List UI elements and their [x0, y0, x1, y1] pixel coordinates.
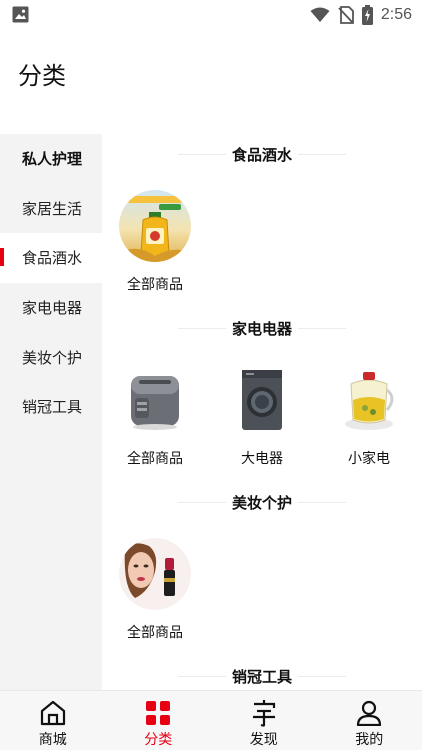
category-sidebar: 私人护理 家居生活 食品酒水 家电电器 美妆个护 销冠工具	[0, 134, 102, 690]
nav-mall[interactable]: 商城	[0, 691, 106, 750]
tile-label: 全部商品	[127, 277, 183, 293]
active-indicator	[0, 248, 4, 267]
section-title-sales-tools: 销冠工具	[102, 666, 422, 687]
grid-icon	[143, 699, 173, 727]
divider	[178, 502, 226, 503]
sidebar-item-beauty[interactable]: 美妆个护	[0, 332, 102, 382]
profile-icon	[354, 699, 384, 727]
divider	[178, 328, 226, 329]
tile-label: 小家电	[348, 451, 390, 467]
section-title-beauty: 美妆个护	[102, 492, 422, 513]
sidebar-item-personal-care[interactable]: 私人护理	[0, 134, 102, 184]
section-title-appliances: 家电电器	[102, 318, 422, 339]
kettle-image	[333, 364, 405, 436]
tile-label: 大电器	[241, 451, 283, 467]
nav-label: 我的	[355, 732, 384, 748]
sidebar-item-label: 食品酒水	[22, 249, 83, 268]
home-icon	[38, 699, 68, 727]
nav-profile[interactable]: 我的	[317, 691, 422, 750]
tile-label: 全部商品	[127, 451, 183, 467]
tile-major-appliances[interactable]: 大电器	[209, 364, 315, 468]
sidebar-item-label: 家居生活	[22, 199, 83, 218]
nav-category[interactable]: 分类	[106, 691, 212, 750]
status-bar: 2:56	[0, 0, 422, 30]
rice-cooker-image	[119, 364, 191, 436]
divider	[298, 502, 346, 503]
lipstick-model-image	[119, 538, 191, 610]
divider	[298, 154, 346, 155]
status-right: 2:56	[310, 4, 412, 26]
sidebar-item-home-living[interactable]: 家居生活	[0, 184, 102, 234]
battery-charging-icon	[361, 5, 373, 25]
section-title-text: 家电电器	[231, 320, 292, 338]
tile-label: 全部商品	[127, 625, 183, 641]
status-time: 2:56	[380, 6, 412, 23]
sidebar-item-sales-tools[interactable]: 销冠工具	[0, 382, 102, 432]
discover-icon	[249, 699, 279, 727]
divider	[298, 676, 346, 677]
tile-all-products-beauty[interactable]: 全部商品	[102, 538, 208, 642]
tile-all-products-food[interactable]: 全部商品	[102, 190, 208, 294]
sidebar-item-label: 销冠工具	[22, 398, 83, 417]
bottom-nav: 商城 分类 发现 我的	[0, 690, 422, 750]
nav-discover[interactable]: 发现	[211, 691, 317, 750]
tile-all-products-appliances[interactable]: 全部商品	[102, 364, 208, 468]
divider	[178, 676, 226, 677]
wifi-icon	[310, 7, 330, 22]
oil-bottle-image	[119, 190, 191, 262]
section-title-text: 销冠工具	[231, 668, 292, 686]
tile-small-appliances[interactable]: 小家电	[316, 364, 422, 468]
nav-label: 发现	[249, 732, 278, 748]
sidebar-item-label: 家电电器	[22, 299, 83, 318]
sidebar-item-food-drinks[interactable]: 食品酒水	[0, 233, 102, 283]
no-sim-icon	[338, 6, 354, 24]
image-notification-icon	[12, 6, 29, 23]
nav-label: 分类	[144, 732, 173, 748]
section-title-text: 食品酒水	[231, 146, 292, 164]
sidebar-item-appliances[interactable]: 家电电器	[0, 283, 102, 333]
divider	[298, 328, 346, 329]
category-content: 食品酒水 全部商品 家电电器 全部商品 大电器 小家电 美妆个护 全部商品 销冠…	[102, 134, 422, 690]
washing-machine-image	[226, 364, 298, 436]
sidebar-item-label: 私人护理	[22, 150, 83, 169]
section-title-text: 美妆个护	[231, 494, 292, 512]
divider	[178, 154, 226, 155]
nav-label: 商城	[38, 732, 67, 748]
page-title: 分类	[18, 62, 66, 90]
sidebar-item-label: 美妆个护	[22, 348, 83, 367]
section-title-food: 食品酒水	[102, 144, 422, 165]
